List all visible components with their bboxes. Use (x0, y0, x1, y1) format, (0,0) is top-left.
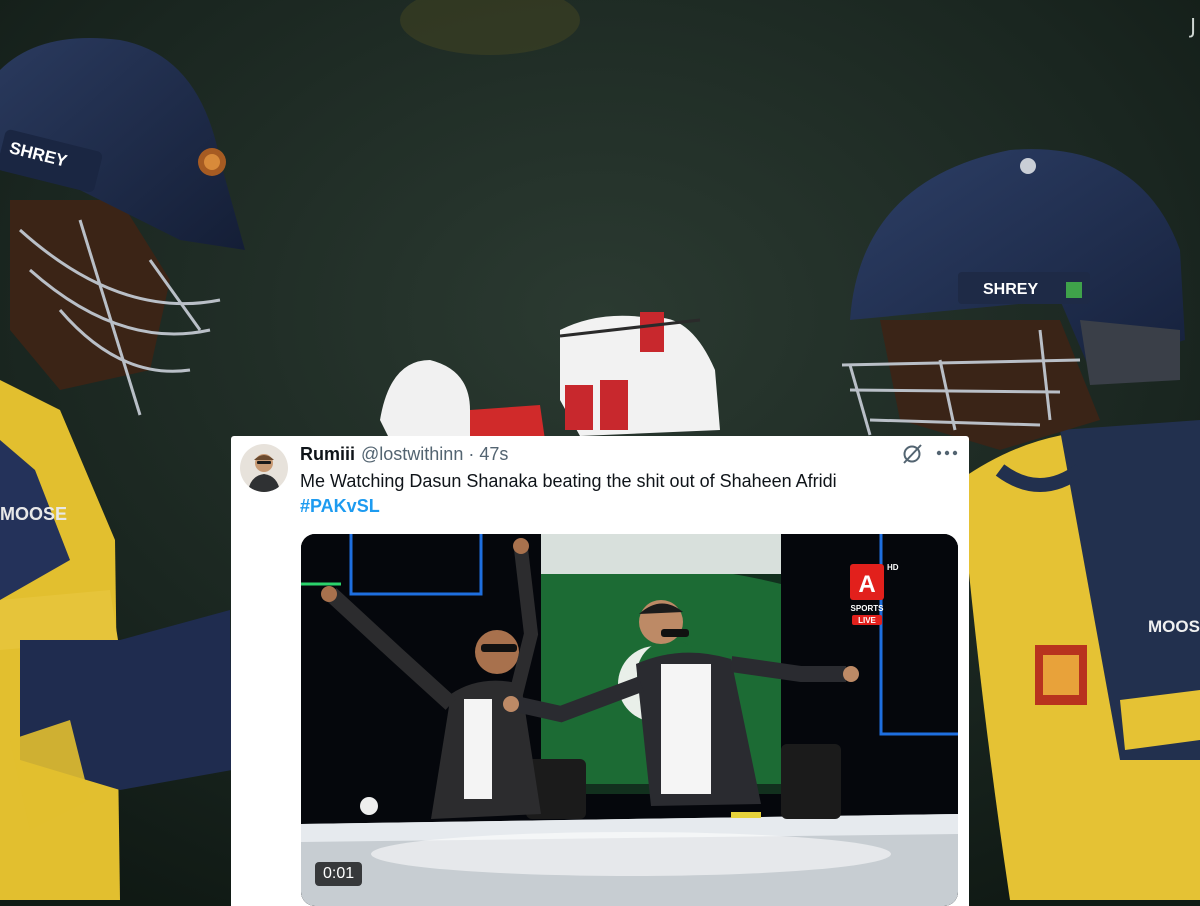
watermark-letter: J (1190, 14, 1196, 38)
grok-icon[interactable] (900, 442, 926, 466)
left-sleeve-sponsor: MOOSE (0, 504, 67, 524)
hashtag-link[interactable]: #PAKvSL (300, 494, 380, 519)
tweet-text: Me Watching Dasun Shanaka beating the sh… (300, 471, 837, 491)
channel-logo-letter: A (858, 571, 875, 598)
more-options-icon[interactable] (933, 440, 961, 466)
tweet-video[interactable]: A SPORTS LIVE HD 0:01 (301, 534, 958, 906)
live-label: LIVE (858, 616, 876, 625)
user-handle[interactable]: @lostwithinn (361, 444, 463, 465)
tweet-card[interactable]: Rumiii @lostwithinn · 47s Me Watching Da… (231, 436, 969, 906)
hd-label: HD (887, 563, 899, 572)
right-sleeve-sponsor: MOOSE (1148, 617, 1200, 636)
display-name[interactable]: Rumiii (300, 444, 355, 465)
channel-name: SPORTS (851, 604, 885, 613)
tweet-header: Rumiii @lostwithinn · 47s (300, 441, 508, 467)
timestamp[interactable]: 47s (479, 444, 508, 465)
avatar[interactable] (240, 444, 288, 492)
right-helmet-brand: SHREY (983, 281, 1038, 298)
separator-dot: · (468, 443, 475, 464)
video-frame: A SPORTS LIVE HD (301, 534, 958, 906)
video-duration: 0:01 (315, 862, 363, 886)
